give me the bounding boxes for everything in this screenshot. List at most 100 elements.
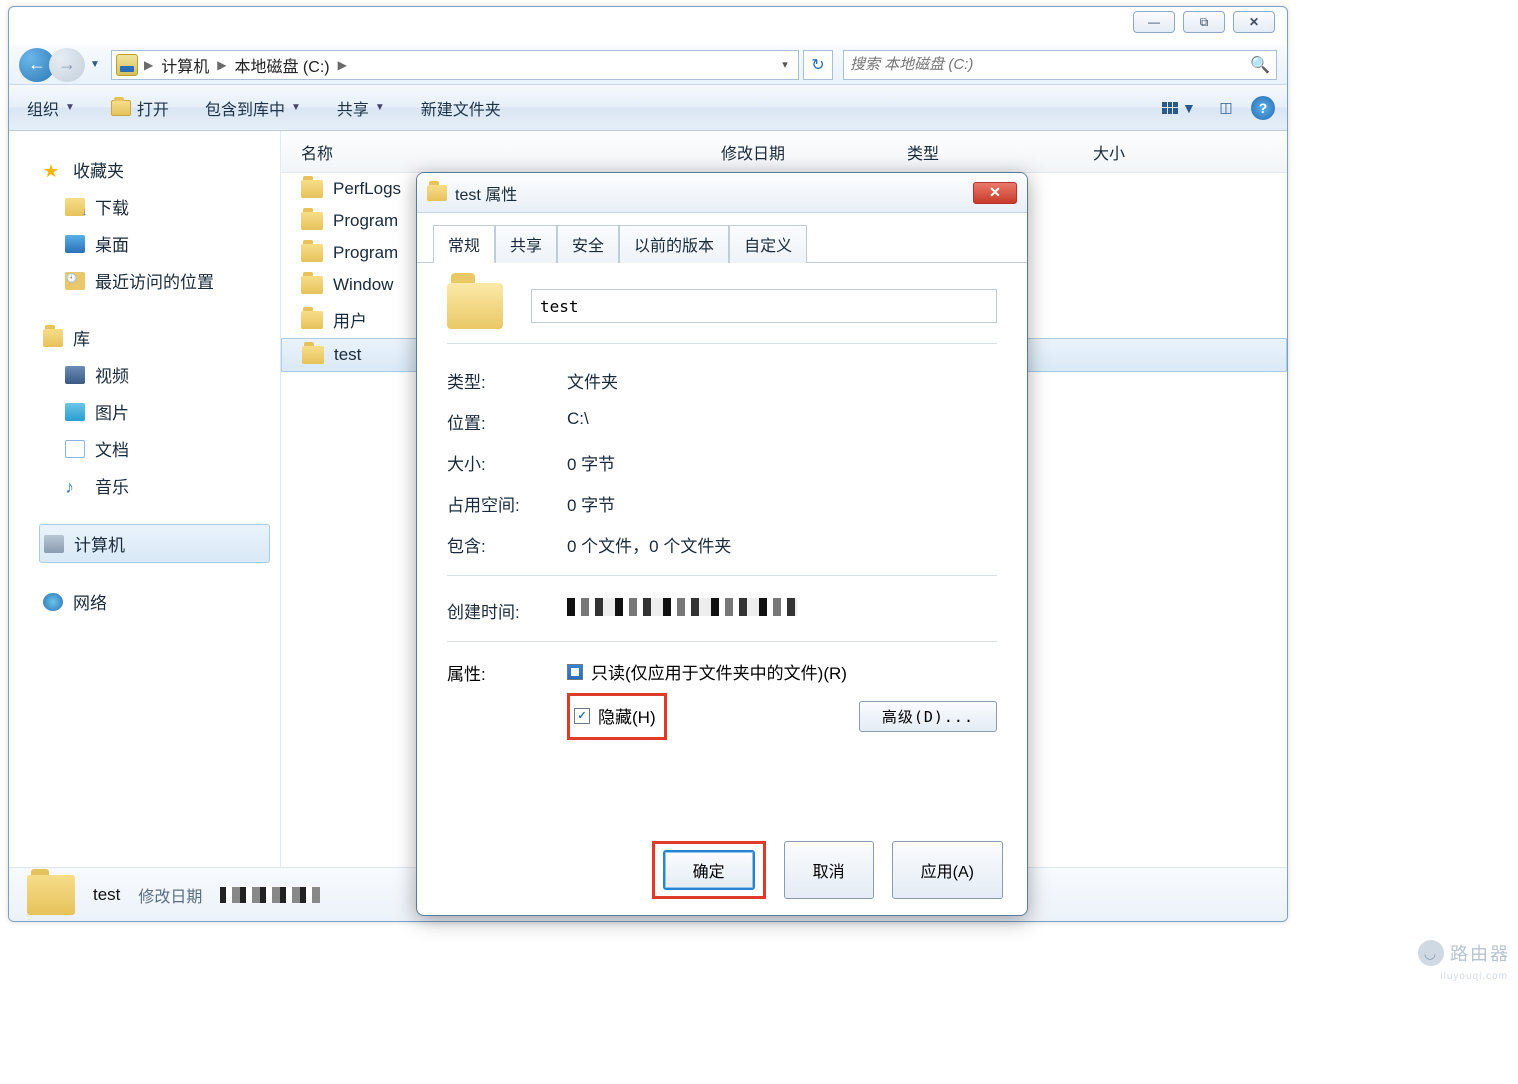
file-name: Program	[333, 243, 398, 263]
search-box[interactable]: 🔍	[843, 50, 1277, 80]
document-icon	[65, 440, 85, 458]
location-label: 位置:	[447, 409, 567, 434]
folder-icon	[427, 185, 447, 201]
organize-menu[interactable]: 组织▼	[21, 92, 81, 124]
chevron-right-icon[interactable]: ▶	[140, 58, 157, 72]
tree-label: 音乐	[95, 473, 129, 498]
tree-documents[interactable]: 文档	[39, 430, 270, 467]
ok-button[interactable]: 确定	[663, 850, 755, 890]
tab-sharing[interactable]: 共享	[495, 225, 557, 263]
folder-icon	[301, 180, 323, 198]
breadcrumb[interactable]: ▶ 计算机 ▶ 本地磁盘 (C:) ▶ ▾	[111, 50, 799, 80]
tree-libraries[interactable]: 库	[39, 319, 270, 356]
nav-bar: ← → ▼ ▶ 计算机 ▶ 本地磁盘 (C:) ▶ ▾ ↻ 🔍	[9, 45, 1287, 85]
tree-label: 最近访问的位置	[95, 268, 214, 293]
music-icon: ♪	[65, 477, 85, 495]
folder-name-input[interactable]	[531, 289, 997, 323]
new-folder-label: 新建文件夹	[421, 96, 501, 120]
help-button[interactable]: ?	[1251, 96, 1275, 120]
tree-desktop[interactable]: 桌面	[39, 225, 270, 262]
tab-previous[interactable]: 以前的版本	[619, 225, 729, 263]
tree-label: 下载	[95, 194, 129, 219]
file-name: Window	[333, 275, 393, 295]
tree-label: 收藏夹	[73, 157, 124, 182]
tree-computer[interactable]: 计算机	[39, 524, 270, 563]
type-label: 类型:	[447, 368, 567, 393]
readonly-checkbox-row[interactable]: 只读(仅应用于文件夹中的文件)(R)	[567, 656, 997, 687]
contains-label: 包含:	[447, 532, 567, 557]
chevron-right-icon[interactable]: ▶	[334, 58, 351, 72]
ondisk-label: 占用空间:	[447, 491, 567, 516]
col-name-header[interactable]: 名称	[301, 140, 721, 164]
watermark-logo-icon: ◡	[1418, 940, 1444, 966]
hidden-checkbox[interactable]	[574, 708, 590, 724]
include-menu[interactable]: 包含到库中▼	[199, 92, 307, 124]
col-type-header[interactable]: 类型	[907, 140, 1093, 164]
col-size-header[interactable]: 大小	[1093, 140, 1253, 164]
new-folder-button[interactable]: 新建文件夹	[415, 92, 507, 124]
advanced-button[interactable]: 高级(D)...	[859, 701, 997, 732]
apply-button[interactable]: 应用(A)	[892, 841, 1003, 899]
include-label: 包含到库中	[205, 96, 285, 120]
minimize-button[interactable]: —	[1133, 11, 1175, 33]
tree-label: 桌面	[95, 231, 129, 256]
search-input[interactable]	[850, 56, 1250, 73]
dialog-buttons: 确定 取消 应用(A)	[417, 841, 1027, 899]
folder-icon	[301, 276, 323, 294]
window-controls: — ⧉ ✕	[1133, 11, 1275, 33]
tree-label: 库	[73, 325, 90, 350]
tab-general[interactable]: 常规	[433, 225, 495, 263]
dialog-close-button[interactable]: ✕	[973, 182, 1017, 204]
tree-favorites[interactable]: ★ 收藏夹	[39, 151, 270, 188]
created-value	[567, 598, 797, 616]
close-button[interactable]: ✕	[1233, 11, 1275, 33]
tree-pictures[interactable]: 图片	[39, 393, 270, 430]
contains-value: 0 个文件，0 个文件夹	[567, 532, 997, 557]
history-dropdown[interactable]: ▼	[87, 56, 103, 74]
chevron-right-icon[interactable]: ▶	[213, 58, 230, 72]
hidden-label: 隐藏(H)	[598, 703, 656, 728]
nav-tree: ★ 收藏夹 下载 桌面 最近访问的位置 库 视频 图片 文档 ♪ 音乐 计算机 网络	[9, 131, 281, 867]
breadcrumb-computer[interactable]: 计算机	[159, 51, 211, 79]
view-menu[interactable]: ▼	[1157, 96, 1201, 120]
star-icon: ★	[43, 161, 63, 179]
forward-button[interactable]: →	[49, 48, 85, 82]
tree-network[interactable]: 网络	[39, 583, 270, 620]
organize-label: 组织	[27, 96, 59, 120]
desktop-icon	[65, 235, 85, 253]
details-mod-label: 修改日期	[138, 883, 202, 907]
cancel-button[interactable]: 取消	[784, 841, 874, 899]
folder-large-icon	[27, 875, 75, 915]
readonly-checkbox[interactable]	[567, 664, 583, 680]
preview-pane-toggle[interactable]: ◫	[1211, 96, 1241, 120]
folder-icon	[301, 212, 323, 230]
size-value: 0 字节	[567, 450, 997, 475]
watermark-sub: iluyouqi.com	[1440, 971, 1508, 982]
col-modified-header[interactable]: 修改日期	[721, 140, 907, 164]
dialog-titlebar[interactable]: test 属性 ✕	[417, 173, 1027, 213]
hidden-checkbox-row[interactable]: 隐藏(H)	[574, 700, 656, 731]
tree-downloads[interactable]: 下载	[39, 188, 270, 225]
tree-label: 网络	[73, 589, 107, 614]
picture-icon	[65, 403, 85, 421]
tab-security[interactable]: 安全	[557, 225, 619, 263]
tree-music[interactable]: ♪ 音乐	[39, 467, 270, 504]
open-label: 打开	[137, 96, 169, 120]
open-button[interactable]: 打开	[105, 92, 175, 124]
refresh-button[interactable]: ↻	[803, 50, 833, 80]
maximize-button[interactable]: ⧉	[1183, 11, 1225, 33]
video-icon	[65, 366, 85, 384]
breadcrumb-drive[interactable]: 本地磁盘 (C:)	[232, 51, 331, 79]
network-icon	[43, 593, 63, 611]
share-menu[interactable]: 共享▼	[331, 92, 391, 124]
download-icon	[65, 198, 85, 216]
folder-icon	[302, 346, 324, 364]
tab-custom[interactable]: 自定义	[729, 225, 807, 263]
dialog-title: test 属性	[455, 181, 965, 205]
tree-recent[interactable]: 最近访问的位置	[39, 262, 270, 299]
tree-videos[interactable]: 视频	[39, 356, 270, 393]
watermark-text: 路由器	[1450, 940, 1510, 966]
search-icon[interactable]: 🔍	[1250, 55, 1270, 75]
breadcrumb-dropdown[interactable]: ▾	[776, 58, 794, 71]
tree-label: 视频	[95, 362, 129, 387]
